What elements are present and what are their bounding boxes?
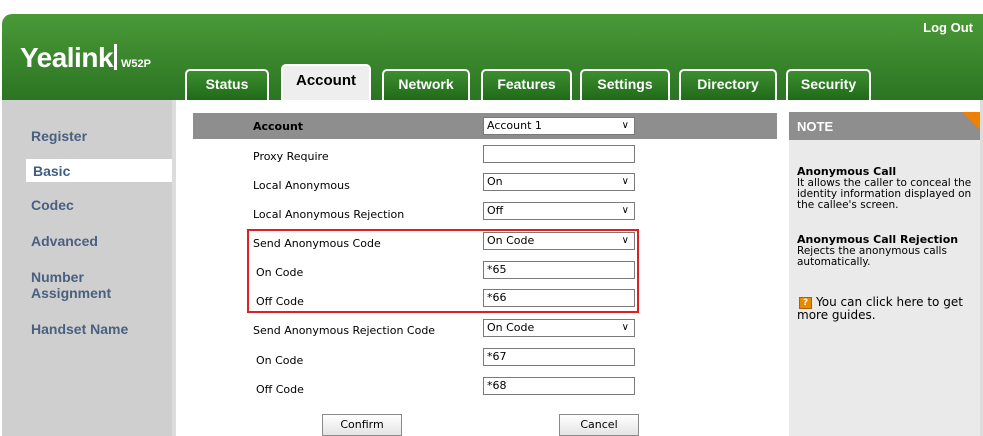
send-anonymous-rejection-code-select[interactable]: On Code ∨ xyxy=(483,319,635,337)
account-label: Account xyxy=(253,120,304,133)
cancel-button[interactable]: Cancel xyxy=(559,414,639,436)
rejection-off-code-input[interactable]: *68 xyxy=(483,377,635,395)
local-anonymous-rejection-select[interactable]: Off ∨ xyxy=(483,202,635,220)
highlight-box xyxy=(247,229,639,313)
chevron-down-icon: ∨ xyxy=(621,176,629,187)
tab-security[interactable]: Security xyxy=(786,69,871,100)
note-text-anonymous-call-rejection: Rejects the anonymous calls automaticall… xyxy=(797,245,947,268)
sidebar-item-basic[interactable]: Basic xyxy=(26,159,172,182)
tab-network[interactable]: Network xyxy=(382,69,470,100)
chevron-down-icon: ∨ xyxy=(621,205,629,216)
tab-account[interactable]: Account xyxy=(281,64,371,100)
chevron-down-icon: ∨ xyxy=(621,322,629,333)
send-anonymous-rejection-code-value: On Code xyxy=(487,321,535,334)
web-ui: Yealink W52P Log Out Status Account Netw… xyxy=(0,0,983,436)
note-panel xyxy=(789,112,982,436)
tab-directory[interactable]: Directory xyxy=(679,69,777,100)
sidebar: Register Basic Codec Advanced Number Ass… xyxy=(2,100,172,436)
tab-status[interactable]: Status xyxy=(185,69,269,100)
tab-settings[interactable]: Settings xyxy=(580,69,670,100)
note-corner-flag xyxy=(962,112,982,132)
confirm-button[interactable]: Confirm xyxy=(322,414,402,436)
send-anonymous-rejection-code-label: Send Anonymous Rejection Code xyxy=(253,324,436,337)
local-anonymous-rejection-label: Local Anonymous Rejection xyxy=(253,208,405,221)
local-anonymous-label: Local Anonymous xyxy=(253,179,350,192)
rejection-off-code-label: Off Code xyxy=(256,383,304,396)
note-text-anonymous-call: It allows the caller to conceal the iden… xyxy=(797,177,972,211)
guide-icon: ? xyxy=(799,297,812,309)
sidebar-item-handset-name[interactable]: Handset Name xyxy=(2,321,172,337)
local-anonymous-select[interactable]: On ∨ xyxy=(483,173,635,191)
panel-edge xyxy=(172,100,176,436)
top-tabs: Status Account Network Features Settings… xyxy=(2,64,983,100)
guide-link[interactable]: You can click here to get more guides. xyxy=(797,296,977,322)
tab-features[interactable]: Features xyxy=(481,69,572,100)
proxy-require-input[interactable] xyxy=(483,145,635,163)
sidebar-item-codec[interactable]: Codec xyxy=(2,197,172,213)
local-anonymous-value: On xyxy=(487,175,503,188)
proxy-require-label: Proxy Require xyxy=(253,150,329,163)
rejection-on-code-label: On Code xyxy=(256,354,304,367)
sidebar-item-number-assignment[interactable]: Number Assignment xyxy=(2,269,132,301)
rejection-on-code-input[interactable]: *67 xyxy=(483,348,635,366)
local-anonymous-rejection-value: Off xyxy=(487,204,504,217)
chevron-down-icon: ∨ xyxy=(621,120,629,131)
logout-link[interactable]: Log Out xyxy=(923,20,973,35)
account-select[interactable]: Account 1 ∨ xyxy=(483,117,635,135)
sidebar-item-register[interactable]: Register xyxy=(2,128,172,144)
note-title: NOTE xyxy=(797,119,834,134)
sidebar-item-advanced[interactable]: Advanced xyxy=(2,233,172,249)
account-select-value: Account 1 xyxy=(487,119,542,132)
